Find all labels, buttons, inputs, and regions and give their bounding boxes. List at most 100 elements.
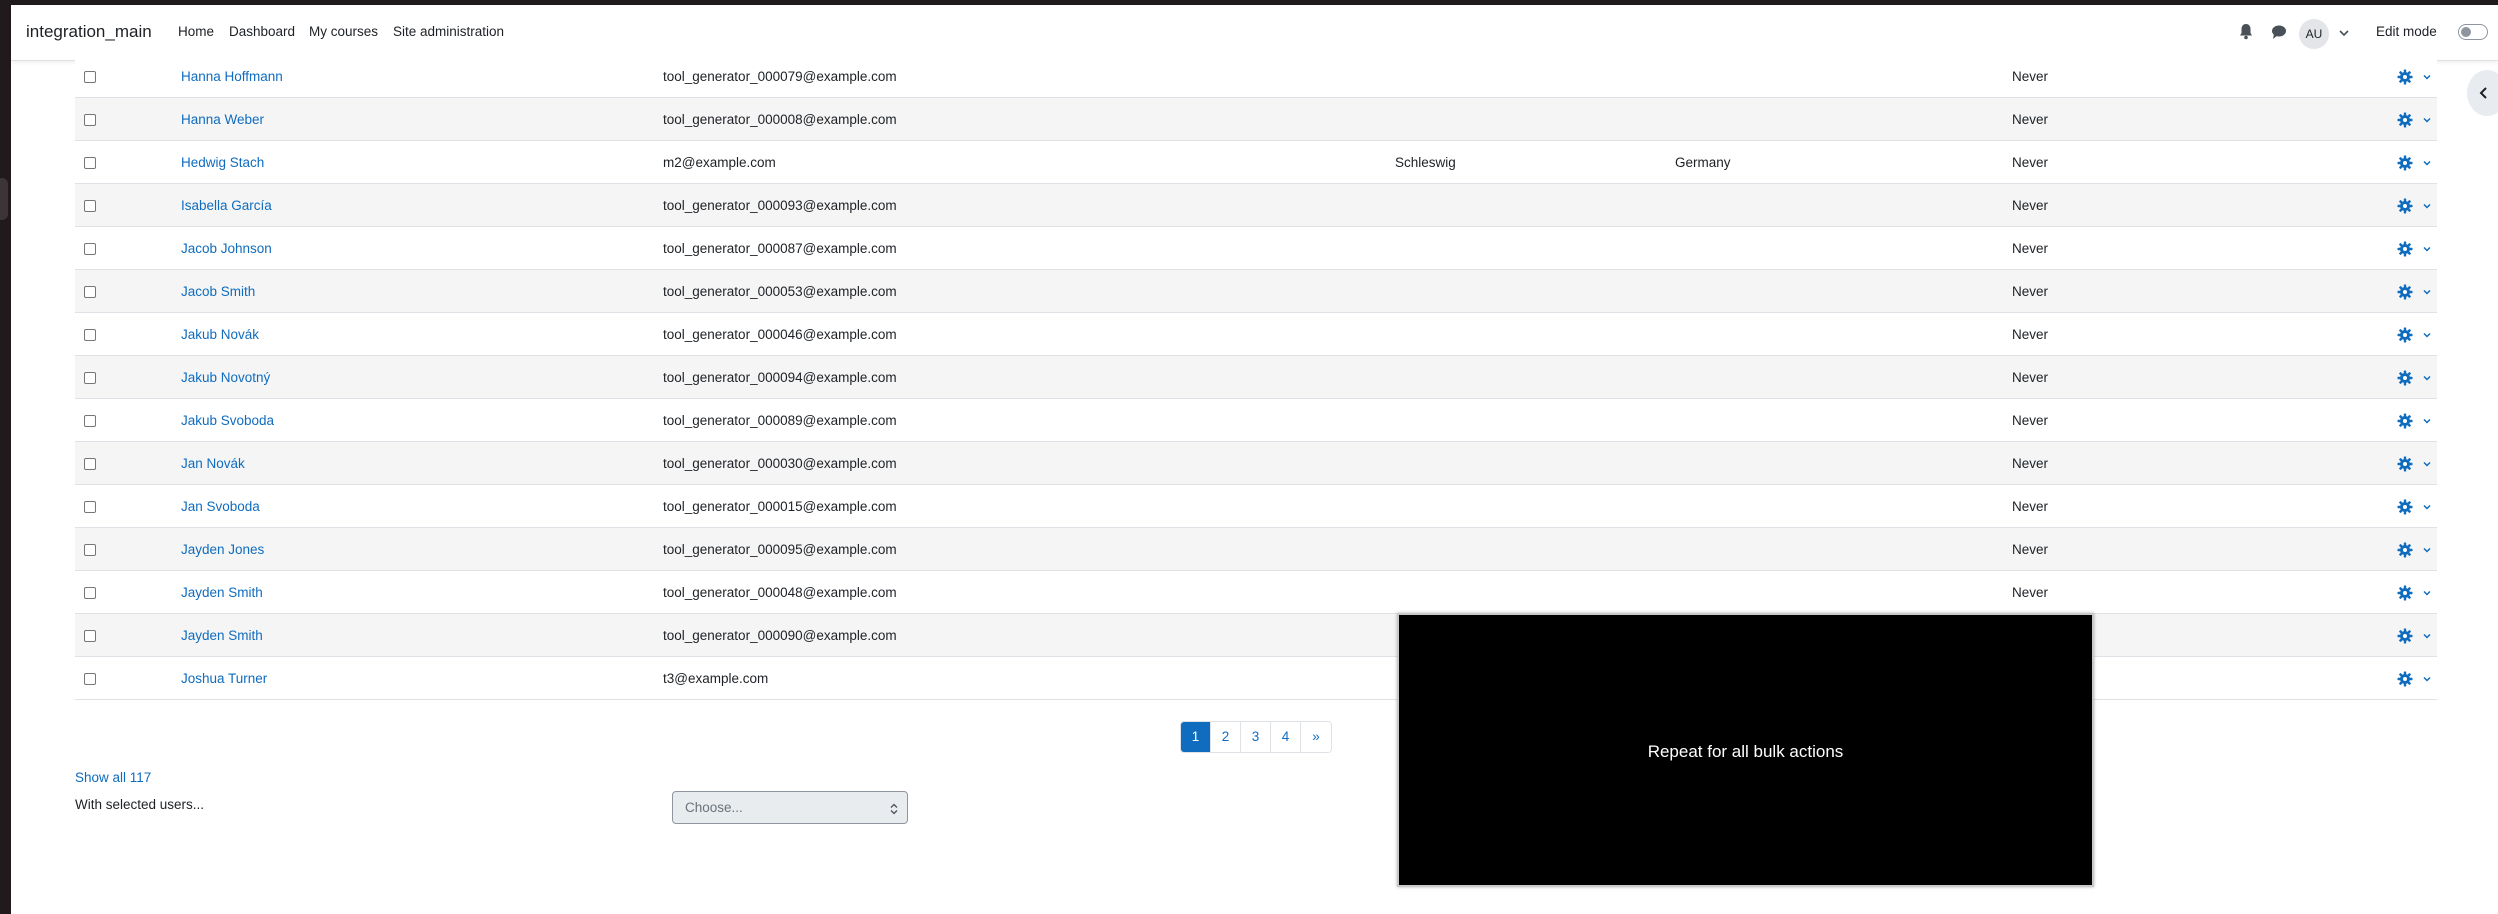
user-last-access: Never [2012,241,2049,256]
row-checkbox[interactable] [84,157,96,169]
chevron-down-icon[interactable] [2422,158,2432,168]
chat-icon[interactable] [2270,22,2288,44]
table-row: Jayden Smith tool_generator_000048@exampl… [75,571,2437,614]
next-page-button[interactable]: » [1301,722,1331,752]
gear-icon[interactable] [2397,585,2413,601]
chevron-down-icon[interactable] [2422,373,2432,383]
row-checkbox[interactable] [84,71,96,83]
chevron-down-icon[interactable] [2422,330,2432,340]
chevron-down-icon[interactable] [2422,287,2432,297]
row-checkbox[interactable] [84,415,96,427]
row-checkbox[interactable] [84,587,96,599]
select-arrows-icon [890,803,898,815]
user-last-access: Never [2012,112,2049,127]
chevron-down-icon[interactable] [2422,674,2432,684]
page-button[interactable]: 3 [1241,722,1271,752]
chevron-down-icon[interactable] [2422,459,2432,469]
user-name-link[interactable]: Hanna Weber [181,112,264,127]
user-email: tool_generator_000030@example.com [663,456,897,471]
avatar[interactable]: AU [2299,19,2329,49]
user-email: tool_generator_000093@example.com [663,198,897,213]
chevron-down-icon[interactable] [2422,545,2432,555]
chevron-down-icon[interactable] [2422,72,2432,82]
chevron-down-icon[interactable] [2422,201,2432,211]
user-name-link[interactable]: Jacob Smith [181,284,255,299]
user-last-access: Never [2012,413,2049,428]
nav-site-administration[interactable]: Site administration [393,24,504,39]
user-email: tool_generator_000090@example.com [663,628,897,643]
site-brand[interactable]: integration_main [26,22,152,42]
chevron-down-icon[interactable] [2422,416,2432,426]
row-checkbox[interactable] [84,458,96,470]
row-checkbox[interactable] [84,200,96,212]
table-row: Jacob Smith tool_generator_000053@example… [75,270,2437,313]
user-name-link[interactable]: Jayden Smith [181,585,263,600]
row-checkbox[interactable] [84,501,96,513]
chevron-down-icon[interactable] [2422,631,2432,641]
gear-icon[interactable] [2397,327,2413,343]
chevron-down-icon[interactable] [2422,588,2432,598]
page-button[interactable]: 2 [1211,722,1241,752]
user-email: tool_generator_000008@example.com [663,112,897,127]
nav-home[interactable]: Home [178,24,214,39]
user-name-link[interactable]: Jakub Novotný [181,370,270,385]
gear-icon[interactable] [2397,456,2413,472]
page-button[interactable]: 4 [1271,722,1301,752]
user-name-link[interactable]: Jayden Smith [181,628,263,643]
left-drawer-tab[interactable] [0,178,8,220]
row-checkbox[interactable] [84,673,96,685]
user-last-access: Never [2012,198,2049,213]
table-row: Jan Svoboda tool_generator_000015@example… [75,485,2437,528]
bulk-action-select[interactable]: Choose... [672,791,908,824]
edit-mode-toggle[interactable] [2458,24,2488,40]
user-email: tool_generator_000046@example.com [663,327,897,342]
table-row: Jayden Jones tool_generator_000095@exampl… [75,528,2437,571]
gear-icon[interactable] [2397,370,2413,386]
gear-icon[interactable] [2397,542,2413,558]
user-city: Schleswig [1395,155,1456,170]
row-checkbox[interactable] [84,329,96,341]
row-checkbox[interactable] [84,630,96,642]
nav-my-courses[interactable]: My courses [309,24,378,39]
gear-icon[interactable] [2397,284,2413,300]
edit-mode-label: Edit mode [2376,24,2437,39]
user-name-link[interactable]: Isabella García [181,198,272,213]
user-name-link[interactable]: Jakub Svoboda [181,413,274,428]
chevron-down-icon[interactable] [2338,26,2350,40]
row-checkbox[interactable] [84,544,96,556]
toggle-knob [2461,27,2471,37]
page-button[interactable]: 1 [1181,722,1211,752]
gear-icon[interactable] [2397,112,2413,128]
open-drawer-button[interactable] [2467,70,2498,116]
user-name-link[interactable]: Hedwig Stach [181,155,264,170]
gear-icon[interactable] [2397,671,2413,687]
gear-icon[interactable] [2397,155,2413,171]
show-all-link[interactable]: Show all 117 [75,770,151,785]
nav-dashboard[interactable]: Dashboard [229,24,295,39]
row-checkbox[interactable] [84,286,96,298]
row-checkbox[interactable] [84,372,96,384]
gear-icon[interactable] [2397,69,2413,85]
user-name-link[interactable]: Jakub Novák [181,327,259,342]
table-row: Jakub Svoboda tool_generator_000089@examp… [75,399,2437,442]
row-checkbox[interactable] [84,243,96,255]
user-name-link[interactable]: Joshua Turner [181,671,267,686]
gear-icon[interactable] [2397,241,2413,257]
user-last-access: Never [2012,69,2049,84]
gear-icon[interactable] [2397,628,2413,644]
chevron-down-icon[interactable] [2422,244,2432,254]
user-name-link[interactable]: Jacob Johnson [181,241,272,256]
chevron-down-icon[interactable] [2422,502,2432,512]
gear-icon[interactable] [2397,413,2413,429]
user-name-link[interactable]: Jayden Jones [181,542,264,557]
chevron-left-icon [2479,87,2487,99]
user-name-link[interactable]: Jan Svoboda [181,499,260,514]
chevron-down-icon[interactable] [2422,115,2432,125]
user-name-link[interactable]: Jan Novák [181,456,245,471]
row-checkbox[interactable] [84,114,96,126]
user-name-link[interactable]: Hanna Hoffmann [181,69,283,84]
user-email: tool_generator_000079@example.com [663,69,897,84]
gear-icon[interactable] [2397,198,2413,214]
bell-icon[interactable] [2238,22,2254,44]
gear-icon[interactable] [2397,499,2413,515]
